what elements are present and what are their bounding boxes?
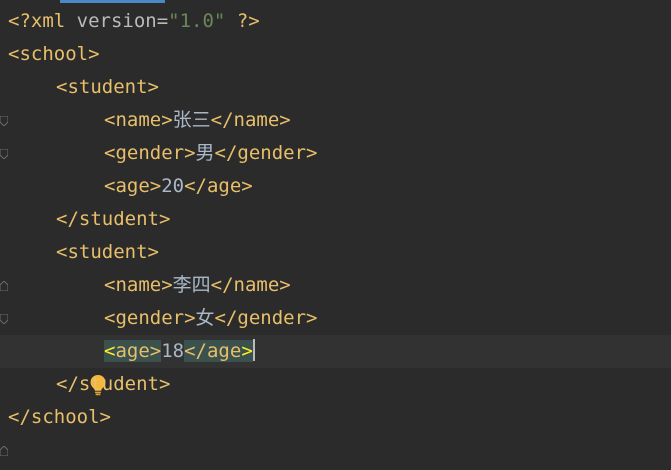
age-element-selected: <age>18</age> (104, 339, 255, 362)
fold-marker-icon[interactable] (0, 83, 8, 159)
code-line[interactable]: <age>20</age> (0, 170, 671, 203)
fold-marker-icon[interactable] (0, 248, 8, 324)
student-open-tag: <student> (56, 241, 159, 263)
code-line[interactable]: <student> (0, 236, 671, 324)
text-caret (252, 339, 255, 361)
fold-marker-icon[interactable] (0, 413, 8, 423)
active-tab-indicator (60, 0, 165, 3)
code-line[interactable]: <name>李四</name> (0, 269, 671, 302)
code-line[interactable]: <?xml version="1.0" ?> (0, 5, 671, 38)
matched-open-bracket: < (104, 340, 116, 362)
xml-declaration: <?xml version="1.0" ?> (8, 10, 260, 32)
code-line[interactable]: <school> (0, 38, 671, 126)
fold-marker-icon[interactable] (0, 215, 8, 291)
matched-close-tag: </age (184, 340, 242, 362)
school-open-tag: <school> (8, 43, 100, 65)
school-close-tag: </school> (8, 406, 111, 428)
gender-element: <gender>男</gender> (104, 142, 318, 164)
code-line[interactable]: </student> (0, 203, 671, 291)
code-line[interactable]: <student> (0, 71, 671, 159)
matched-open-tag: age> (115, 340, 162, 362)
fold-marker-icon[interactable] (0, 50, 8, 126)
code-line[interactable]: </student> (0, 368, 671, 456)
name-element: <name>李四</name> (104, 274, 291, 296)
code-line[interactable]: <name>张三</name> (0, 104, 671, 137)
code-line[interactable]: <gender>男</gender> (0, 137, 671, 170)
gender-element: <gender>女</gender> (104, 307, 318, 329)
age-element: <age>20</age> (104, 175, 253, 197)
lightbulb-icon[interactable] (20, 341, 106, 396)
student-close-tag: </student> (56, 373, 171, 395)
fold-marker-icon[interactable] (0, 380, 8, 456)
student-close-tag: </student> (56, 208, 171, 230)
code-line[interactable]: <gender>女</gender> (0, 302, 671, 335)
student-open-tag: <student> (56, 76, 159, 98)
name-element: <name>张三</name> (104, 109, 291, 131)
current-code-line[interactable]: <age>18</age> (0, 335, 671, 396)
matched-close-bracket: > (241, 340, 253, 362)
xml-editor[interactable]: <?xml version="1.0" ?> <school> <student… (0, 0, 671, 470)
code-line[interactable]: </school> (0, 401, 671, 434)
